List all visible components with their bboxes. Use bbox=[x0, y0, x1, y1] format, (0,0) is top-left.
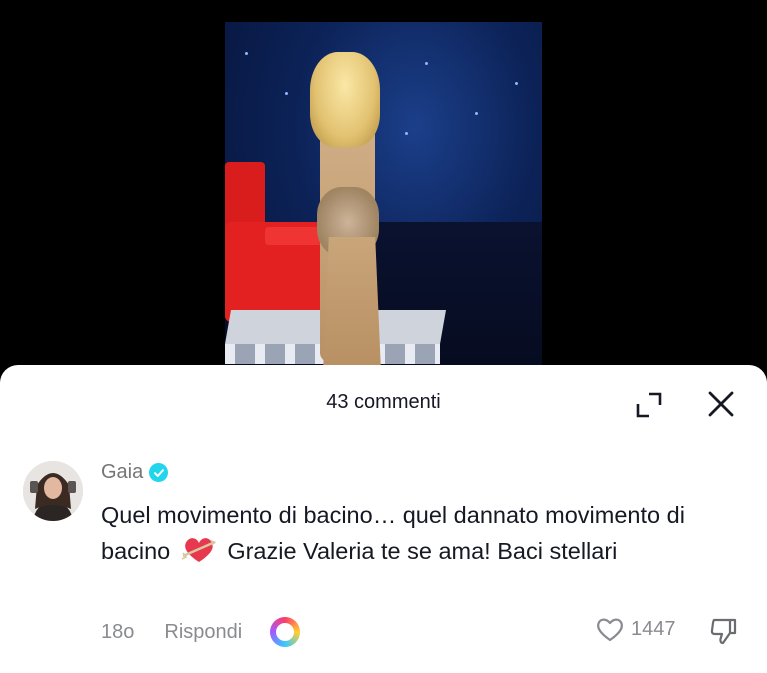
comments-sheet: 43 commenti Gaia Quel movimento di bacin… bbox=[0, 365, 767, 673]
comment-author[interactable]: Gaia bbox=[101, 461, 169, 484]
stage-light bbox=[515, 82, 518, 85]
thumbs-down-icon bbox=[710, 618, 737, 645]
creator-liked-badge-icon[interactable] bbox=[270, 617, 301, 647]
heart-icon bbox=[597, 618, 623, 642]
like-button[interactable]: 1447 bbox=[595, 615, 676, 643]
avatar-photo bbox=[23, 461, 83, 521]
author-name[interactable]: Gaia bbox=[101, 461, 143, 484]
performer-hair bbox=[310, 52, 380, 147]
comment-text-part2: Grazie Valeria te se ama! Baci stellari bbox=[227, 538, 618, 564]
close-icon bbox=[708, 391, 734, 417]
verified-badge-icon bbox=[149, 463, 169, 482]
comment-meta: 18o Rispondi bbox=[101, 617, 301, 647]
dislike-button[interactable] bbox=[708, 615, 740, 647]
comment-text: Quel movimento di bacino… quel dannato m… bbox=[101, 497, 741, 574]
comment-time: 18o bbox=[101, 620, 135, 643]
video-frame[interactable] bbox=[225, 22, 542, 372]
reply-button[interactable]: Rispondi bbox=[164, 621, 242, 644]
stage-light bbox=[425, 62, 428, 65]
heart-with-arrow-icon bbox=[181, 536, 217, 574]
video-preview[interactable] bbox=[0, 0, 767, 380]
expand-button[interactable] bbox=[633, 389, 665, 421]
stage-light bbox=[475, 112, 478, 115]
red-sofa-arm bbox=[265, 227, 325, 245]
stage-light bbox=[405, 132, 408, 135]
like-count: 1447 bbox=[631, 617, 676, 640]
avatar[interactable] bbox=[23, 461, 83, 521]
expand-icon bbox=[636, 392, 662, 418]
stage-light bbox=[245, 52, 248, 55]
close-button[interactable] bbox=[704, 387, 738, 421]
stage-light bbox=[285, 92, 288, 95]
performer-dress bbox=[323, 237, 381, 372]
